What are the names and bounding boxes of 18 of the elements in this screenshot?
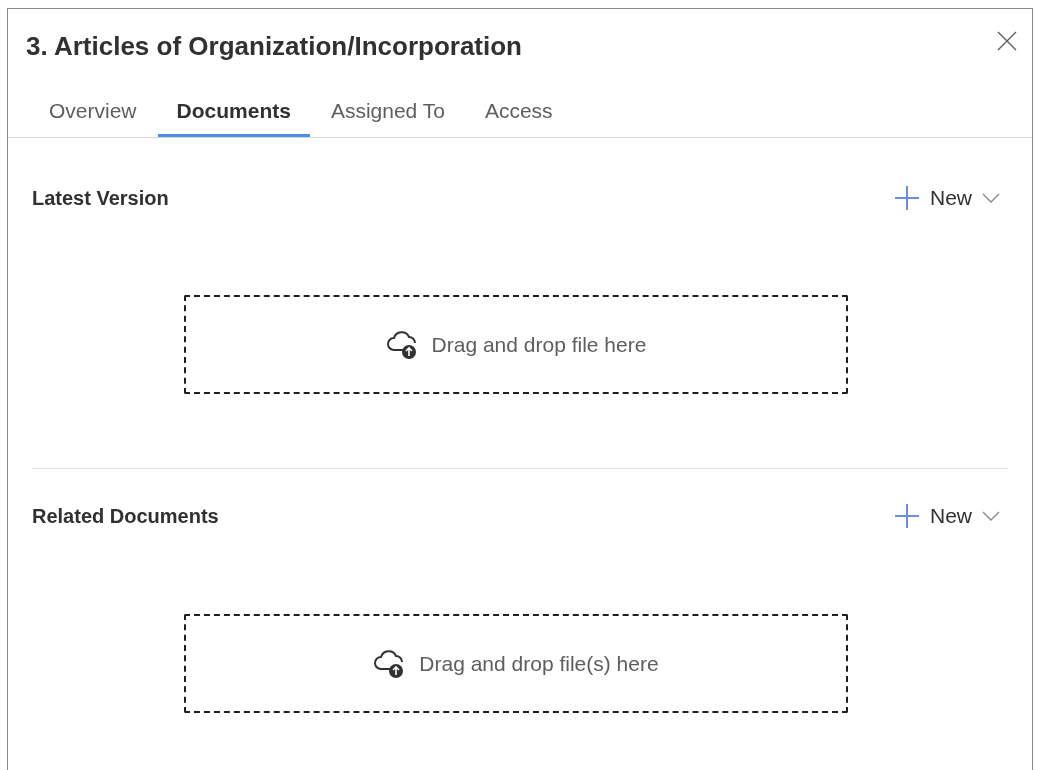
chevron-down-icon: [982, 511, 1000, 521]
new-button[interactable]: New: [892, 498, 1002, 534]
new-button[interactable]: New: [892, 180, 1002, 216]
drop-zone[interactable]: Drag and drop file here: [184, 295, 848, 394]
close-icon: [996, 30, 1018, 52]
panel-title: 3. Articles of Organization/Incorporation: [26, 30, 522, 63]
drop-zone-label: Drag and drop file(s) here: [419, 650, 659, 677]
drop-zone[interactable]: Drag and drop file(s) here: [184, 614, 848, 713]
tab[interactable]: Access: [465, 87, 572, 137]
drop-zone-label: Drag and drop file here: [431, 331, 647, 358]
section-heading: Latest Version: [32, 186, 169, 211]
tab[interactable]: Documents: [157, 87, 310, 137]
section-heading: Related Documents: [32, 504, 219, 529]
tab[interactable]: Assigned To: [311, 87, 464, 137]
tab[interactable]: Overview: [30, 87, 156, 137]
plus-icon: [894, 185, 920, 211]
plus-icon: [894, 503, 920, 529]
chevron-down-icon: [982, 193, 1000, 203]
